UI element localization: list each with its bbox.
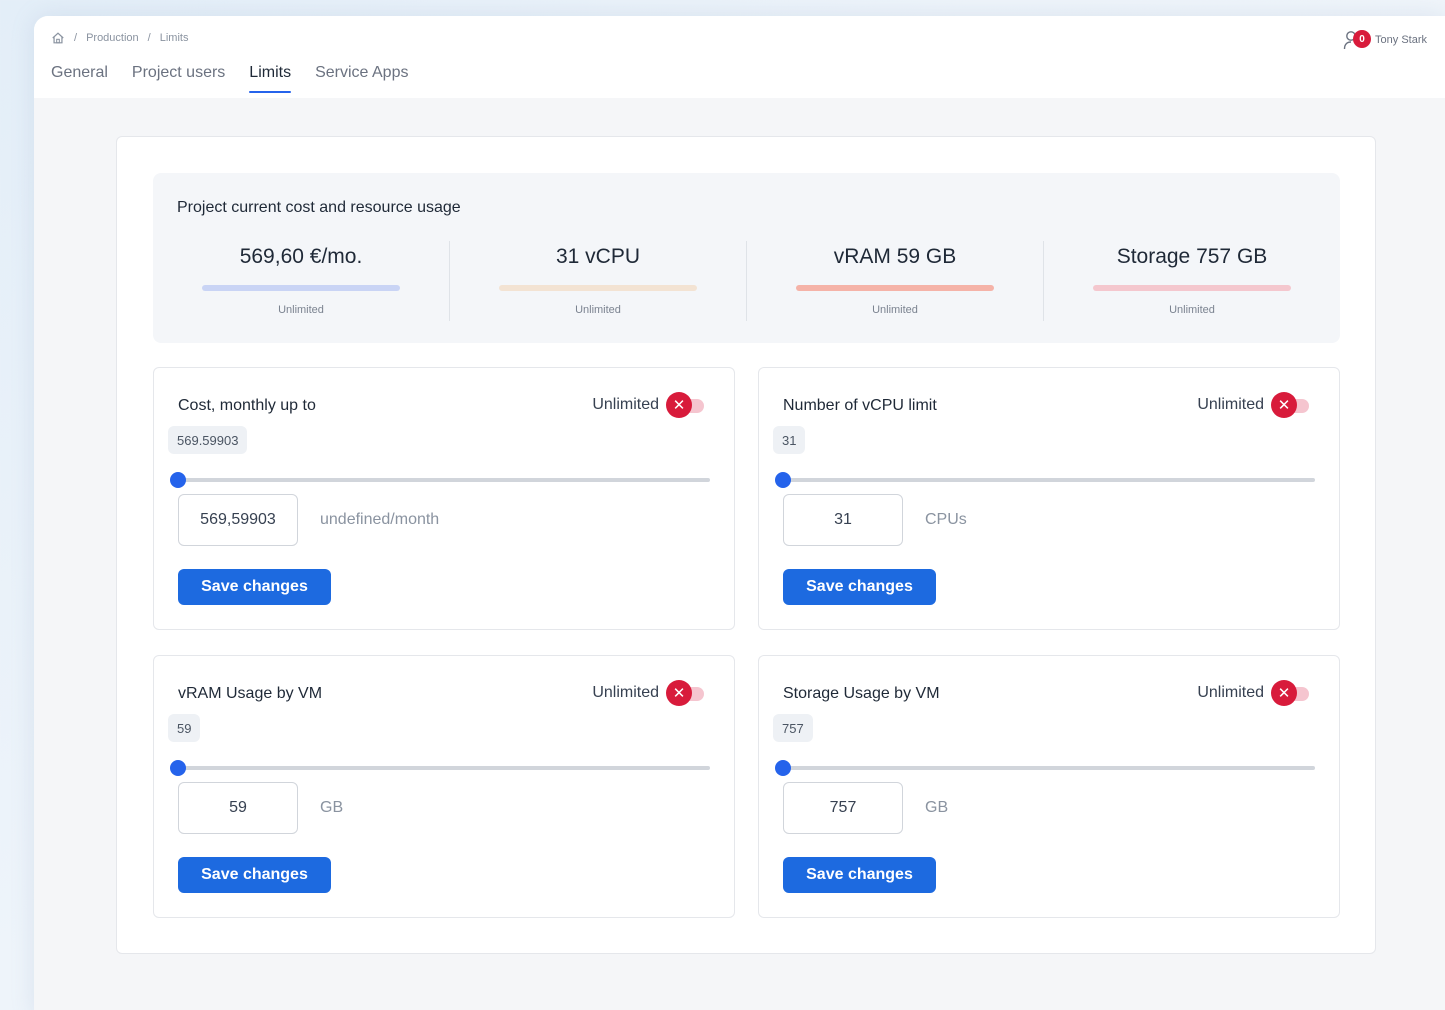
usage-value: Storage 757 GB — [1116, 245, 1268, 268]
unit-label: undefined/month — [320, 511, 440, 528]
usage-cost: 569,60 €/mo. Unlimited — [153, 241, 449, 321]
slider-handle[interactable] — [170, 760, 186, 776]
tab-service-apps[interactable]: Service Apps — [315, 64, 408, 93]
unlimited-toggle[interactable]: ✕ — [666, 392, 704, 418]
tab-limits[interactable]: Limits — [249, 64, 291, 93]
slider-value-chip: 569.59903 — [168, 426, 248, 454]
top-bar: / Production / Limits General Project us… — [34, 16, 1445, 98]
tab-bar: General Project users Limits Service App… — [51, 64, 432, 93]
user-icon[interactable]: 0 — [1343, 30, 1372, 50]
unlimited-toggle[interactable]: ✕ — [666, 680, 704, 706]
unlimited-label: Unlimited — [1197, 396, 1264, 413]
save-button[interactable]: Save changes — [178, 569, 331, 605]
slider-handle[interactable] — [775, 760, 791, 776]
unlimited-label: Unlimited — [592, 396, 659, 413]
slider-value-chip: 31 — [773, 426, 806, 454]
usage-limit-label: Unlimited — [575, 304, 621, 316]
unit-label: CPUs — [925, 511, 967, 528]
slider-handle[interactable] — [775, 472, 791, 488]
limits-panel: Project current cost and resource usage … — [116, 136, 1376, 954]
limit-slider[interactable] — [775, 760, 1315, 776]
breadcrumb-separator: / — [74, 32, 78, 44]
usage-bar — [1093, 285, 1291, 291]
unit-label: GB — [925, 799, 949, 816]
limit-value-input[interactable] — [783, 782, 903, 834]
save-button[interactable]: Save changes — [783, 569, 936, 605]
usage-bar — [202, 285, 400, 291]
limit-slider[interactable] — [170, 472, 710, 488]
unlimited-label: Unlimited — [592, 684, 659, 701]
limit-value-input[interactable] — [178, 494, 298, 546]
limit-slider[interactable] — [775, 472, 1315, 488]
limit-value-input[interactable] — [178, 782, 298, 834]
usage-summary: Project current cost and resource usage … — [153, 173, 1340, 343]
usage-bar — [499, 285, 697, 291]
usage-bar — [796, 285, 994, 291]
limit-card-storage: Storage Usage by VM Unlimited ✕ 757 GB S… — [758, 655, 1340, 918]
usage-limit-label: Unlimited — [872, 304, 918, 316]
limit-title: Storage Usage by VM — [783, 685, 940, 702]
slider-rail — [783, 478, 1315, 482]
limit-title: vRAM Usage by VM — [178, 685, 323, 702]
usage-value: 569,60 €/mo. — [239, 245, 363, 268]
usage-columns: 569,60 €/mo. Unlimited 31 vCPU Unlimited… — [153, 241, 1340, 321]
unit-label: GB — [320, 799, 344, 816]
unlimited-toggle[interactable]: ✕ — [1271, 680, 1309, 706]
close-icon: ✕ — [1271, 680, 1297, 706]
home-icon[interactable] — [51, 31, 65, 45]
slider-rail — [783, 766, 1315, 770]
slider-rail — [178, 478, 710, 482]
usage-vram: vRAM 59 GB Unlimited — [746, 241, 1043, 321]
limit-slider[interactable] — [170, 760, 710, 776]
slider-value-chip: 757 — [773, 714, 813, 742]
usage-vcpu: 31 vCPU Unlimited — [449, 241, 746, 321]
save-button[interactable]: Save changes — [783, 857, 936, 893]
unlimited-label: Unlimited — [1197, 684, 1264, 701]
usage-limit-label: Unlimited — [1169, 304, 1215, 316]
limit-card-vcpu: Number of vCPU limit Unlimited ✕ 31 CPUs… — [758, 367, 1340, 630]
user-name[interactable]: Tony Stark — [1375, 34, 1427, 46]
tab-project-users[interactable]: Project users — [132, 64, 225, 93]
close-icon: ✕ — [666, 392, 692, 418]
limit-title: Cost, monthly up to — [178, 397, 316, 414]
breadcrumb-item-production[interactable]: Production — [86, 32, 139, 44]
close-icon: ✕ — [1271, 392, 1297, 418]
user-menu[interactable]: 0 Tony Stark — [1343, 30, 1427, 50]
tab-general[interactable]: General — [51, 64, 108, 93]
limit-value-input[interactable] — [783, 494, 903, 546]
slider-rail — [178, 766, 710, 770]
limit-card-vram: vRAM Usage by VM Unlimited ✕ 59 GB Save … — [153, 655, 735, 918]
slider-value-chip: 59 — [168, 714, 201, 742]
breadcrumb: / Production / Limits — [51, 31, 188, 45]
unlimited-toggle[interactable]: ✕ — [1271, 392, 1309, 418]
app-window: / Production / Limits General Project us… — [34, 16, 1445, 1010]
usage-storage: Storage 757 GB Unlimited — [1043, 241, 1340, 321]
breadcrumb-item-limits: Limits — [159, 32, 189, 44]
notification-badge: 0 — [1353, 30, 1372, 48]
breadcrumb-separator: / — [147, 32, 151, 44]
usage-title: Project current cost and resource usage — [177, 199, 461, 216]
limit-cards: Cost, monthly up to Unlimited ✕ 569.5990… — [153, 367, 1340, 918]
usage-limit-label: Unlimited — [278, 304, 324, 316]
usage-value: vRAM 59 GB — [833, 245, 957, 268]
limit-title: Number of vCPU limit — [783, 397, 937, 414]
usage-value: 31 vCPU — [555, 245, 641, 268]
save-button[interactable]: Save changes — [178, 857, 331, 893]
limit-card-cost: Cost, monthly up to Unlimited ✕ 569.5990… — [153, 367, 735, 630]
slider-handle[interactable] — [170, 472, 186, 488]
close-icon: ✕ — [666, 680, 692, 706]
